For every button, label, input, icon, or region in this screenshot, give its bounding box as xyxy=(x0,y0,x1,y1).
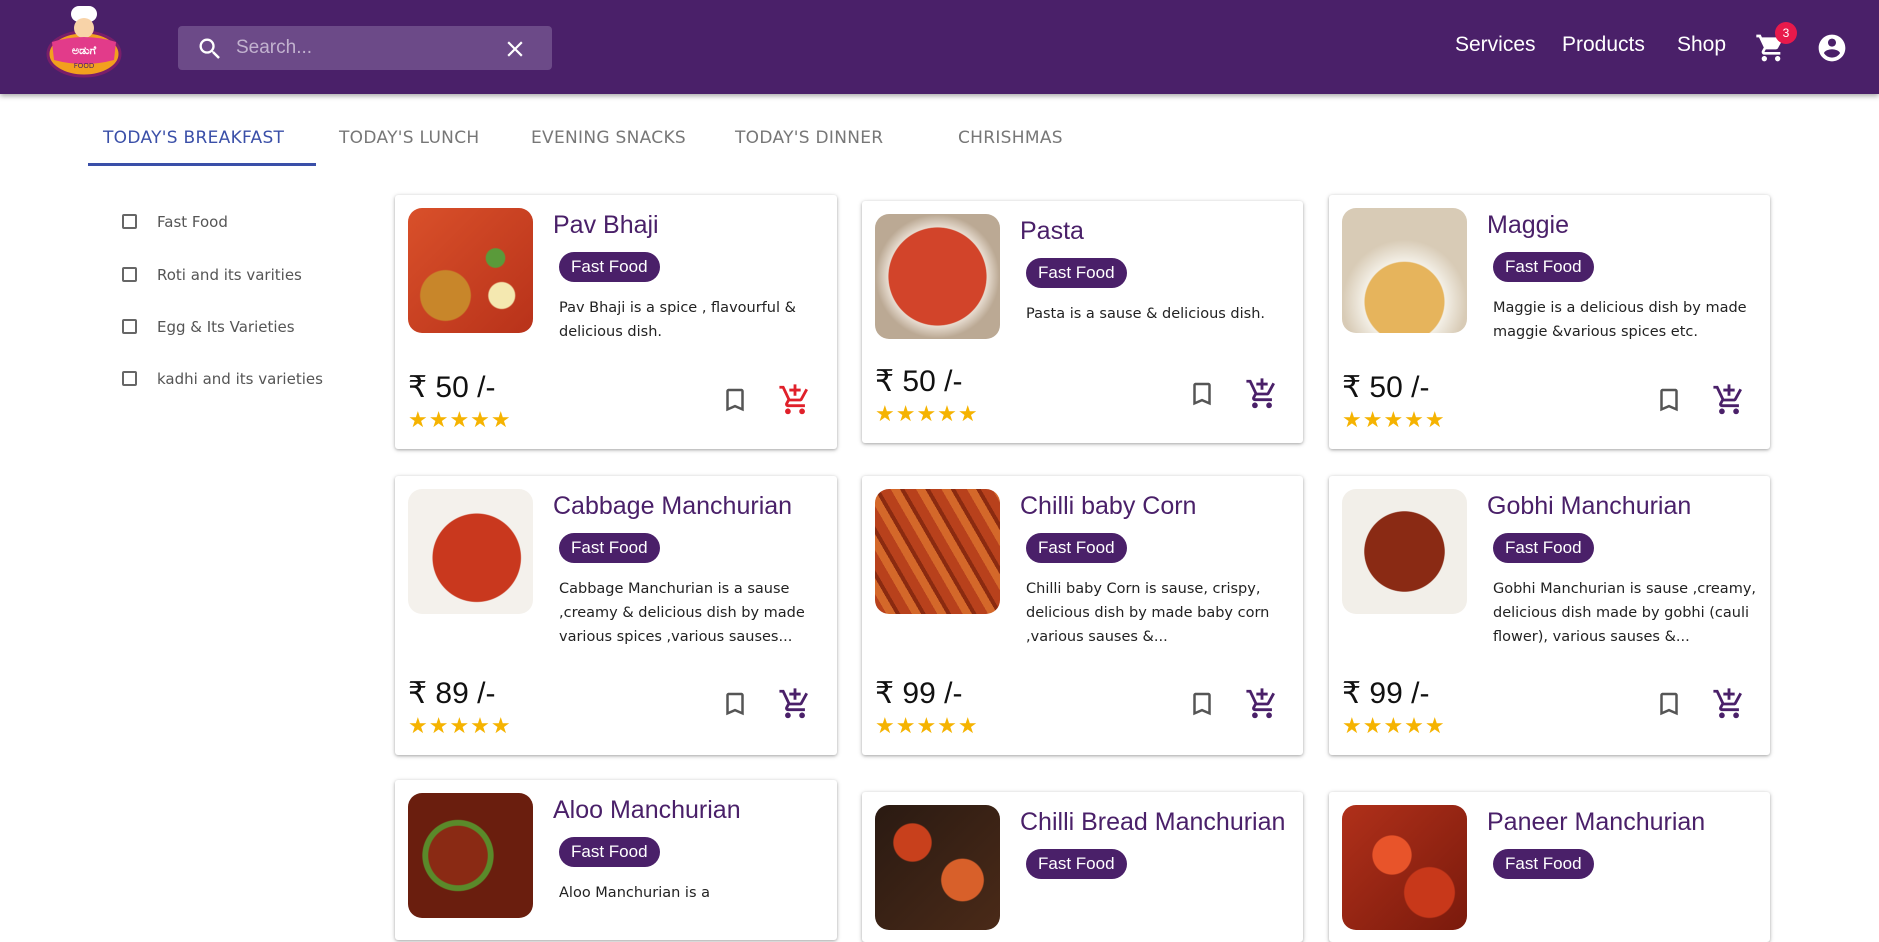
filter-checkbox[interactable] xyxy=(122,371,137,386)
product-name[interactable]: Gobhi Manchurian xyxy=(1487,492,1691,521)
product-description: Pasta is a sause & delicious dish. xyxy=(1026,306,1266,322)
product-name[interactable]: Pav Bhaji xyxy=(553,211,659,240)
filter-label: kadhi and its varieties xyxy=(157,370,323,388)
product-description: Aloo Manchurian is a xyxy=(559,885,710,901)
search-bar xyxy=(178,26,552,70)
category-chip: Fast Food xyxy=(1493,252,1594,282)
product-description: Pav Bhaji is a spice , flavourful & deli… xyxy=(559,300,796,340)
cart-count-badge: 3 xyxy=(1775,22,1797,44)
cabbage-manchurian-image xyxy=(408,489,533,614)
rating-stars: ★★★★★ xyxy=(1342,408,1446,433)
category-chip: Fast Food xyxy=(559,837,660,867)
product-name[interactable]: Cabbage Manchurian xyxy=(553,492,792,521)
filter-label: Egg & Its Varieties xyxy=(157,318,295,336)
add-to-cart-icon[interactable] xyxy=(778,383,812,417)
product-price: ₹ 50 /- xyxy=(875,365,963,398)
product-card[interactable]: Cabbage Manchurian Fast Food Cabbage Man… xyxy=(395,476,837,755)
category-chip: Fast Food xyxy=(1493,533,1594,563)
svg-text:FOOD: FOOD xyxy=(74,62,94,70)
nav-services-link[interactable]: Services xyxy=(1455,33,1536,57)
category-chip: Fast Food xyxy=(559,533,660,563)
product-price: ₹ 50 /- xyxy=(408,371,496,404)
category-chip: Fast Food xyxy=(1026,849,1127,879)
product-description: Gobhi Manchurian is sause ,creamy, delic… xyxy=(1493,581,1757,645)
product-card[interactable]: Chilli Bread Manchurian Fast Food xyxy=(862,792,1303,942)
chilli-baby-corn-image xyxy=(875,489,1000,614)
product-card[interactable]: Aloo Manchurian Fast Food Aloo Manchuria… xyxy=(395,780,837,940)
clear-search-icon[interactable] xyxy=(502,36,528,62)
search-icon xyxy=(199,38,220,59)
product-description: Cabbage Manchurian is a sause ,creamy & … xyxy=(559,581,805,645)
product-price: ₹ 99 /- xyxy=(1342,677,1430,710)
active-tab-indicator xyxy=(88,163,316,166)
category-chip: Fast Food xyxy=(1493,849,1594,879)
brand-logo[interactable]: ಅಡುಗೆ FOOD xyxy=(44,2,124,78)
bookmark-icon[interactable] xyxy=(720,689,750,719)
product-price: ₹ 50 /- xyxy=(1342,371,1430,404)
bookmark-icon[interactable] xyxy=(1187,689,1217,719)
search-input[interactable] xyxy=(236,34,496,62)
pasta-image xyxy=(875,214,1000,339)
bookmark-icon[interactable] xyxy=(1654,385,1684,415)
product-description: Chilli baby Corn is sause, crispy, delic… xyxy=(1026,581,1270,645)
category-chip: Fast Food xyxy=(1026,258,1127,288)
category-chip: Fast Food xyxy=(1026,533,1127,563)
top-app-bar: ಅಡುಗೆ FOOD Services Products Shop 3 xyxy=(0,0,1879,94)
filter-checkbox[interactable] xyxy=(122,267,137,282)
product-price: ₹ 89 /- xyxy=(408,677,496,710)
maggie-image xyxy=(1342,208,1467,333)
chilli-bread-manchurian-image xyxy=(875,805,1000,930)
product-name[interactable]: Chilli baby Corn xyxy=(1020,492,1196,521)
product-card[interactable]: Maggie Fast Food Maggie is a delicious d… xyxy=(1329,195,1770,449)
rating-stars: ★★★★★ xyxy=(1342,714,1446,739)
pav-bhaji-image xyxy=(408,208,533,333)
add-to-cart-icon[interactable] xyxy=(1712,383,1746,417)
bookmark-icon[interactable] xyxy=(1187,379,1217,409)
nav-shop-link[interactable]: Shop xyxy=(1677,33,1726,57)
nav-products-link[interactable]: Products xyxy=(1562,33,1645,57)
aloo-manchurian-image xyxy=(408,793,533,918)
svg-text:ಅಡುಗೆ: ಅಡುಗೆ xyxy=(72,44,97,57)
product-card[interactable]: Pav Bhaji Fast Food Pav Bhaji is a spice… xyxy=(395,195,837,449)
product-name[interactable]: Maggie xyxy=(1487,211,1569,240)
product-name[interactable]: Paneer Manchurian xyxy=(1487,808,1705,837)
product-name[interactable]: Chilli Bread Manchurian xyxy=(1020,808,1285,837)
gobhi-manchurian-image xyxy=(1342,489,1467,614)
tab-todays-lunch[interactable]: TODAY'S LUNCH xyxy=(339,128,479,148)
product-name[interactable]: Pasta xyxy=(1020,217,1084,246)
rating-stars: ★★★★★ xyxy=(408,408,512,433)
product-card[interactable]: Gobhi Manchurian Fast Food Gobhi Manchur… xyxy=(1329,476,1770,755)
rating-stars: ★★★★★ xyxy=(875,714,979,739)
product-description: Maggie is a delicious dish by made maggi… xyxy=(1493,300,1747,340)
rating-stars: ★★★★★ xyxy=(408,714,512,739)
add-to-cart-icon[interactable] xyxy=(1245,687,1279,721)
product-price: ₹ 99 /- xyxy=(875,677,963,710)
rating-stars: ★★★★★ xyxy=(875,402,979,427)
product-card[interactable]: Chilli baby Corn Fast Food Chilli baby C… xyxy=(862,476,1303,755)
tab-chrishmas[interactable]: CHRISHMAS xyxy=(958,128,1063,148)
add-to-cart-icon[interactable] xyxy=(1245,377,1279,411)
bookmark-icon[interactable] xyxy=(720,385,750,415)
filter-checkbox[interactable] xyxy=(122,214,137,229)
filter-checkbox[interactable] xyxy=(122,319,137,334)
category-chip: Fast Food xyxy=(559,252,660,282)
add-to-cart-icon[interactable] xyxy=(1712,687,1746,721)
paneer-manchurian-image xyxy=(1342,805,1467,930)
tab-todays-dinner[interactable]: TODAY'S DINNER xyxy=(735,128,883,148)
bookmark-icon[interactable] xyxy=(1654,689,1684,719)
filter-label: Roti and its varities xyxy=(157,266,302,284)
product-card[interactable]: Pasta Fast Food Pasta is a sause & delic… xyxy=(862,201,1303,443)
account-icon[interactable] xyxy=(1816,32,1848,64)
product-card[interactable]: Paneer Manchurian Fast Food xyxy=(1329,792,1770,942)
add-to-cart-icon[interactable] xyxy=(778,687,812,721)
tab-todays-breakfast[interactable]: TODAY'S BREAKFAST xyxy=(103,128,284,148)
filter-label: Fast Food xyxy=(157,213,228,231)
tab-evening-snacks[interactable]: EVENING SNACKS xyxy=(531,128,686,148)
product-name[interactable]: Aloo Manchurian xyxy=(553,796,741,825)
